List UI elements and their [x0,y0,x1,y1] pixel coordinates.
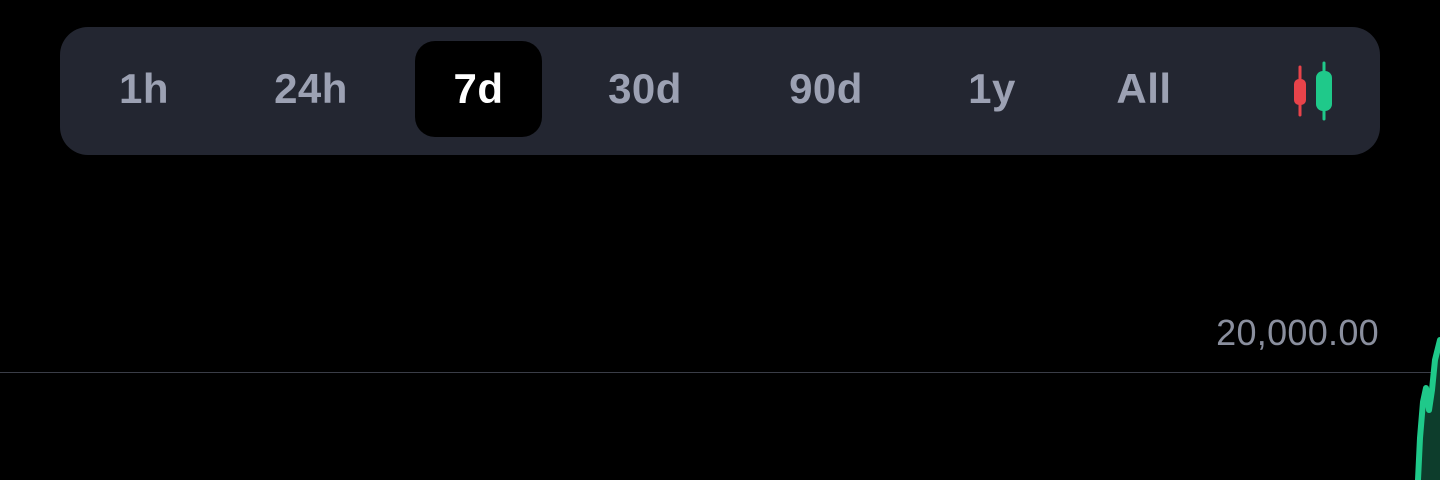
range-90d-button[interactable]: 90d [771,41,881,137]
range-1h-button[interactable]: 1h [96,41,192,137]
price-chart-screen: 1h 24h 7d 30d 90d 1y All 20,000.00 [0,0,1440,480]
range-7d-button[interactable]: 7d [415,41,542,137]
price-chart-line [1415,337,1440,480]
range-1y-button[interactable]: 1y [944,41,1040,137]
range-all-button[interactable]: All [1092,41,1196,137]
candlestick-icon[interactable] [1282,61,1346,121]
range-30d-button[interactable]: 30d [590,41,700,137]
time-range-selector: 1h 24h 7d 30d 90d 1y All [60,27,1380,155]
range-24h-button[interactable]: 24h [256,41,366,137]
